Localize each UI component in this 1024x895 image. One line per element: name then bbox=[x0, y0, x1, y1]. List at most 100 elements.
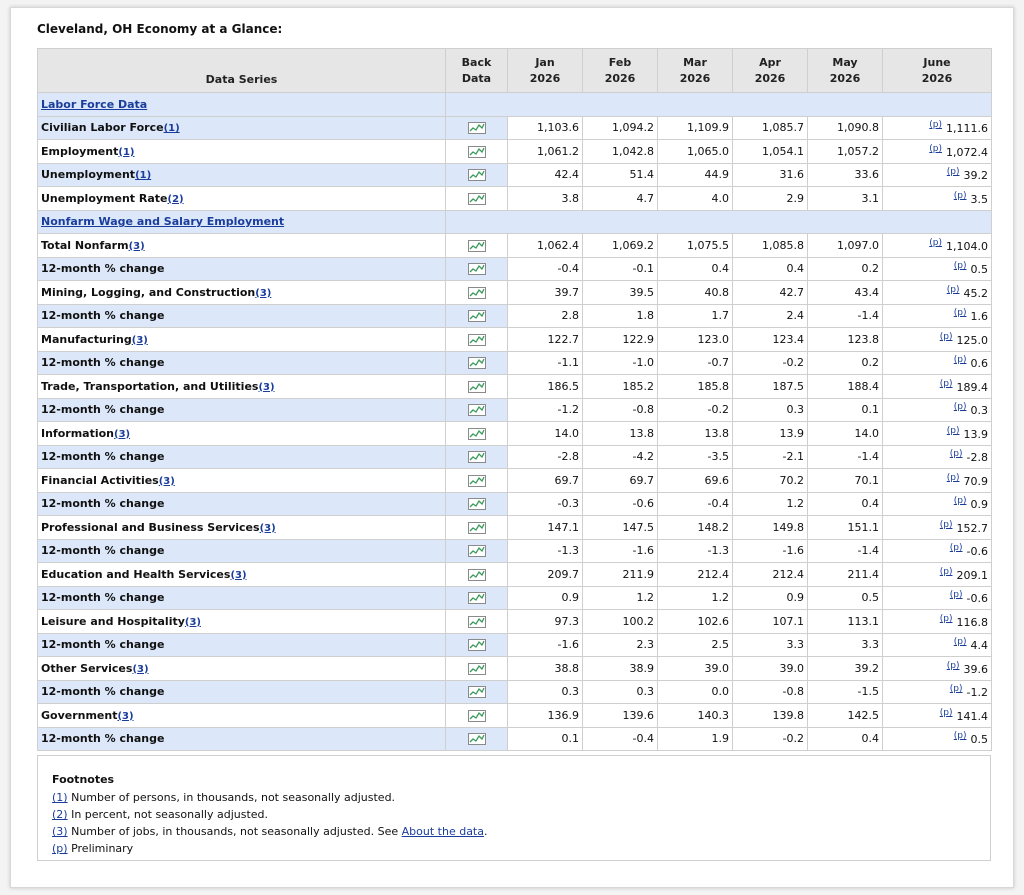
preliminary-link[interactable]: (p) bbox=[954, 261, 967, 271]
footnote-ref-link[interactable]: (3) bbox=[260, 523, 276, 534]
line-chart-icon[interactable] bbox=[467, 639, 486, 652]
line-chart-icon[interactable] bbox=[467, 145, 486, 158]
line-chart-icon[interactable] bbox=[467, 333, 486, 346]
line-chart-icon[interactable] bbox=[467, 568, 486, 581]
back-data-cell[interactable] bbox=[445, 468, 508, 493]
preliminary-link[interactable]: (p) bbox=[929, 144, 942, 154]
footnote-ref-link[interactable]: (3) bbox=[258, 382, 274, 393]
preliminary-link[interactable]: (p) bbox=[950, 590, 963, 600]
preliminary-link[interactable]: (p) bbox=[940, 567, 953, 577]
preliminary-link[interactable]: (p) bbox=[950, 543, 963, 553]
footnote-mark-link[interactable]: (1) bbox=[52, 791, 68, 804]
back-data-cell[interactable] bbox=[445, 256, 508, 281]
preliminary-link[interactable]: (p) bbox=[954, 308, 967, 318]
line-chart-icon[interactable] bbox=[467, 615, 486, 628]
line-chart-icon[interactable] bbox=[467, 709, 486, 722]
section-link[interactable]: Nonfarm Wage and Salary Employment bbox=[41, 215, 284, 228]
preliminary-link[interactable]: (p) bbox=[940, 332, 953, 342]
preliminary-link[interactable]: (p) bbox=[947, 661, 960, 671]
footnote-ref-link[interactable]: (3) bbox=[185, 617, 201, 628]
back-data-cell[interactable] bbox=[445, 515, 508, 540]
line-chart-icon[interactable] bbox=[467, 263, 486, 276]
footnote-ref-link[interactable]: (3) bbox=[132, 664, 148, 675]
preliminary-link[interactable]: (p) bbox=[950, 684, 963, 694]
footnote-ref-link[interactable]: (3) bbox=[255, 288, 271, 299]
about-the-data-link[interactable]: About the data bbox=[402, 825, 484, 838]
preliminary-link[interactable]: (p) bbox=[954, 731, 967, 741]
preliminary-link[interactable]: (p) bbox=[947, 285, 960, 295]
line-chart-icon[interactable] bbox=[467, 286, 486, 299]
back-data-cell[interactable] bbox=[445, 421, 508, 446]
line-chart-icon[interactable] bbox=[467, 239, 486, 252]
line-chart-icon[interactable] bbox=[467, 474, 486, 487]
line-chart-icon[interactable] bbox=[467, 427, 486, 440]
preliminary-link[interactable]: (p) bbox=[950, 449, 963, 459]
back-data-cell[interactable] bbox=[445, 350, 508, 375]
line-chart-icon[interactable] bbox=[467, 733, 486, 746]
preliminary-link[interactable]: (p) bbox=[940, 708, 953, 718]
footnote-ref-link[interactable]: (1) bbox=[118, 147, 134, 158]
back-data-cell[interactable] bbox=[445, 585, 508, 610]
preliminary-link[interactable]: (p) bbox=[947, 167, 960, 177]
preliminary-link[interactable]: (p) bbox=[954, 637, 967, 647]
preliminary-link[interactable]: (p) bbox=[954, 355, 967, 365]
line-chart-icon[interactable] bbox=[467, 404, 486, 417]
line-chart-icon[interactable] bbox=[467, 662, 486, 675]
back-data-cell[interactable] bbox=[445, 632, 508, 657]
footnote-mark-link[interactable]: (3) bbox=[52, 825, 68, 838]
line-chart-icon[interactable] bbox=[467, 357, 486, 370]
footnote-ref-link[interactable]: (1) bbox=[135, 170, 151, 181]
line-chart-icon[interactable] bbox=[467, 521, 486, 534]
back-data-cell[interactable] bbox=[445, 679, 508, 704]
back-data-cell[interactable] bbox=[445, 186, 508, 211]
footnote-ref-link[interactable]: (1) bbox=[164, 123, 180, 134]
footnote-ref-link[interactable]: (3) bbox=[159, 476, 175, 487]
footnote-mark-link[interactable]: (2) bbox=[52, 808, 68, 821]
line-chart-icon[interactable] bbox=[467, 592, 486, 605]
footnote-ref-link[interactable]: (3) bbox=[114, 429, 130, 440]
preliminary-link[interactable]: (p) bbox=[929, 238, 942, 248]
back-data-cell[interactable] bbox=[445, 233, 508, 258]
line-chart-icon[interactable] bbox=[467, 686, 486, 699]
preliminary-link[interactable]: (p) bbox=[947, 473, 960, 483]
back-data-cell[interactable] bbox=[445, 327, 508, 352]
preliminary-link[interactable]: (p) bbox=[954, 496, 967, 506]
back-data-cell[interactable] bbox=[445, 397, 508, 422]
line-chart-icon[interactable] bbox=[467, 122, 486, 135]
back-data-cell[interactable] bbox=[445, 538, 508, 563]
back-data-cell[interactable] bbox=[445, 656, 508, 681]
back-data-cell[interactable] bbox=[445, 374, 508, 399]
back-data-cell[interactable] bbox=[445, 115, 508, 140]
line-chart-icon[interactable] bbox=[467, 310, 486, 323]
preliminary-link[interactable]: (p) bbox=[940, 520, 953, 530]
line-chart-icon[interactable] bbox=[467, 192, 486, 205]
preliminary-link[interactable]: (p) bbox=[947, 426, 960, 436]
section-link[interactable]: Labor Force Data bbox=[41, 98, 147, 111]
footnote-ref-link[interactable]: (3) bbox=[117, 711, 133, 722]
back-data-cell[interactable] bbox=[445, 609, 508, 634]
footnote-mark-link[interactable]: (p) bbox=[52, 842, 68, 855]
back-data-cell[interactable] bbox=[445, 280, 508, 305]
footnote-ref-link[interactable]: (3) bbox=[230, 570, 246, 581]
footnote-ref-link[interactable]: (3) bbox=[129, 241, 145, 252]
line-chart-icon[interactable] bbox=[467, 169, 486, 182]
preliminary-link[interactable]: (p) bbox=[940, 379, 953, 389]
preliminary-link[interactable]: (p) bbox=[954, 191, 967, 201]
back-data-cell[interactable] bbox=[445, 139, 508, 164]
back-data-cell[interactable] bbox=[445, 444, 508, 469]
back-data-cell[interactable] bbox=[445, 162, 508, 187]
preliminary-link[interactable]: (p) bbox=[940, 614, 953, 624]
line-chart-icon[interactable] bbox=[467, 380, 486, 393]
back-data-cell[interactable] bbox=[445, 562, 508, 587]
footnote-ref-link[interactable]: (3) bbox=[132, 335, 148, 346]
preliminary-link[interactable]: (p) bbox=[954, 402, 967, 412]
back-data-cell[interactable] bbox=[445, 303, 508, 328]
preliminary-link[interactable]: (p) bbox=[929, 120, 942, 130]
line-chart-icon[interactable] bbox=[467, 451, 486, 464]
back-data-cell[interactable] bbox=[445, 703, 508, 728]
line-chart-icon[interactable] bbox=[467, 545, 486, 558]
line-chart-icon[interactable] bbox=[467, 498, 486, 511]
footnote-ref-link[interactable]: (2) bbox=[168, 194, 184, 205]
back-data-cell[interactable] bbox=[445, 491, 508, 516]
back-data-cell[interactable] bbox=[445, 726, 508, 751]
